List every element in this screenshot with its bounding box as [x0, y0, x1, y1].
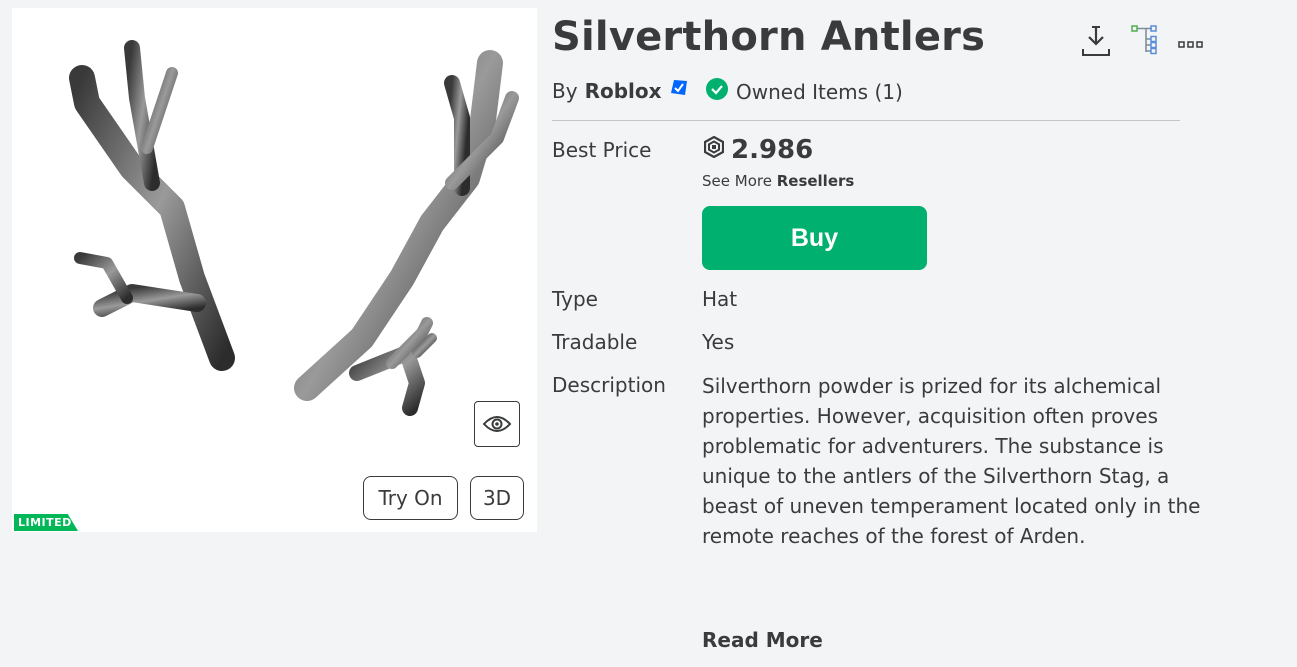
buy-button[interactable]: Buy — [702, 206, 927, 270]
download-icon — [1082, 26, 1110, 56]
download-button[interactable] — [1080, 24, 1112, 62]
creator-byline: By Roblox — [552, 78, 689, 103]
read-more-link[interactable]: Read More — [702, 628, 823, 652]
see-more-resellers[interactable]: See More Resellers — [702, 172, 854, 190]
divider — [552, 120, 1180, 121]
limited-badge: LIMITED — [14, 514, 78, 531]
antlers-image — [69, 40, 519, 416]
eye-toggle-button[interactable] — [474, 401, 520, 447]
3d-view-button[interactable]: 3D — [470, 476, 524, 520]
item-title: Silverthorn Antlers — [552, 14, 986, 60]
hierarchy-icon — [1131, 25, 1157, 55]
owned-items-status[interactable]: Owned Items (1) — [706, 78, 903, 105]
check-circle-icon — [706, 78, 728, 105]
item-preview[interactable]: Try On 3D LIMITED — [12, 8, 537, 532]
tradable-value: Yes — [702, 330, 735, 354]
resellers-link[interactable]: Resellers — [777, 172, 855, 190]
eye-icon — [482, 416, 512, 432]
more-options-button[interactable] — [1178, 35, 1204, 54]
more-icon — [1178, 41, 1203, 48]
price-amount: 2.986 — [731, 135, 814, 165]
see-more-text: See More — [702, 172, 772, 190]
robux-icon — [703, 135, 725, 165]
price-value: 2.986 — [703, 135, 814, 165]
verified-badge-icon — [669, 78, 689, 103]
best-price-label: Best Price — [552, 138, 652, 162]
description-label: Description — [552, 373, 666, 397]
tradable-label: Tradable — [552, 330, 638, 354]
creator-link[interactable]: Roblox — [585, 79, 662, 103]
type-label: Type — [552, 287, 598, 311]
hierarchy-button[interactable] — [1130, 24, 1160, 60]
by-prefix: By — [552, 78, 578, 103]
description-text: Silverthorn powder is prized for its alc… — [702, 374, 1201, 548]
type-value: Hat — [702, 287, 738, 311]
owned-items-label: Owned Items (1) — [736, 79, 903, 104]
try-on-button[interactable]: Try On — [363, 476, 458, 520]
